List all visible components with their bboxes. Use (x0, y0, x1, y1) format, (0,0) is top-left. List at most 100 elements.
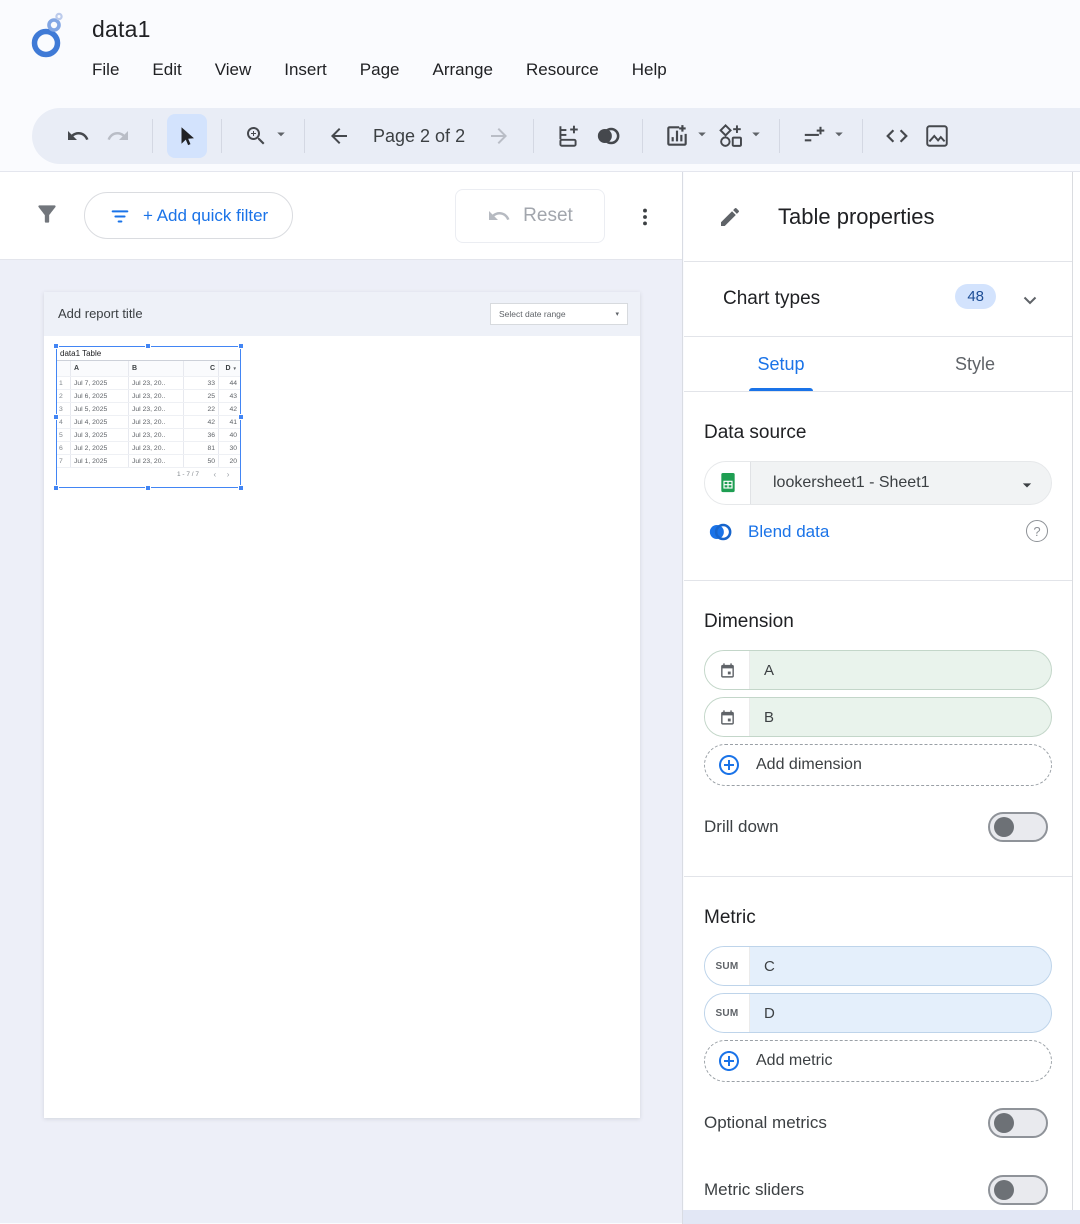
table-row: 4Jul 4, 2025Jul 23, 20..4241 (57, 415, 240, 428)
selection-handle[interactable] (53, 343, 59, 349)
add-control-caret[interactable] (830, 125, 848, 148)
dimension-chip-b[interactable]: B (704, 697, 1052, 737)
reset-button[interactable]: Reset (455, 189, 605, 243)
page-indicator: Page 2 of 2 (373, 126, 465, 147)
page-back-button[interactable] (319, 114, 359, 158)
looker-studio-logo[interactable] (26, 12, 68, 65)
page-forward-button[interactable] (479, 114, 519, 158)
table-row: 7Jul 1, 2025Jul 23, 20..5020 (57, 454, 240, 467)
report-canvas[interactable]: Add report title Select date range ▾ dat… (0, 260, 682, 1223)
toolbar-divider (642, 119, 643, 153)
optional-metrics-row: Optional metrics (684, 1108, 1072, 1138)
table-component[interactable]: data1 Table A B C D ▼ 1Jul 7, 2025Jul 23… (57, 347, 240, 487)
add-page-button[interactable] (548, 114, 588, 158)
menubar: File Edit View Insert Page Arrange Resou… (92, 60, 667, 80)
panel-tabs: Setup Style (684, 337, 1072, 392)
blend-data-link[interactable]: Blend data (748, 522, 829, 542)
tab-setup[interactable]: Setup (684, 337, 878, 391)
calendar-icon (705, 651, 750, 689)
add-chart-caret[interactable] (693, 125, 711, 148)
dimension-chip-a[interactable]: A (704, 650, 1052, 690)
report-title-placeholder[interactable]: Add report title (58, 306, 143, 321)
sheets-icon (705, 462, 751, 504)
dimension-field-label: B (764, 709, 774, 726)
col-header-c[interactable]: C (183, 361, 218, 376)
section-divider (684, 580, 1072, 581)
toolbar-divider (304, 119, 305, 153)
date-range-label: Select date range (499, 309, 566, 319)
blend-data-row: Blend data ? (706, 518, 1048, 546)
add-chart-button[interactable] (657, 114, 697, 158)
menu-resource[interactable]: Resource (526, 60, 599, 80)
optional-metrics-toggle[interactable] (988, 1108, 1048, 1138)
add-control-button[interactable] (794, 114, 834, 158)
filter-lines-icon (109, 205, 131, 227)
selection-handle[interactable] (145, 343, 151, 349)
menu-insert[interactable]: Insert (284, 60, 327, 80)
metric-chip-c[interactable]: SUM C (704, 946, 1052, 986)
data-source-selector[interactable]: lookersheet1 - Sheet1 (704, 461, 1052, 505)
selection-handle[interactable] (145, 485, 151, 491)
metric-heading: Metric (704, 907, 1072, 929)
add-quick-filter-label: + Add quick filter (143, 206, 268, 226)
report-page[interactable]: Add report title Select date range ▾ dat… (44, 292, 640, 1118)
section-divider (684, 876, 1072, 877)
reset-label: Reset (523, 205, 573, 227)
menu-file[interactable]: File (92, 60, 119, 80)
data-source-caret-icon[interactable] (1017, 475, 1037, 500)
select-tool-button[interactable] (167, 114, 207, 158)
filter-icon (34, 201, 60, 232)
zoom-dropdown-caret[interactable] (272, 125, 290, 148)
menu-arrange[interactable]: Arrange (432, 60, 492, 80)
drill-down-toggle[interactable] (988, 812, 1048, 842)
undo-button[interactable] (58, 114, 98, 158)
embed-code-button[interactable] (877, 114, 917, 158)
data-source-heading: Data source (704, 422, 1072, 444)
help-icon[interactable]: ? (1026, 520, 1048, 542)
chevron-down-icon[interactable] (1018, 288, 1042, 317)
redo-button[interactable] (98, 114, 138, 158)
toolbar-divider (533, 119, 534, 153)
add-dimension-label: Add dimension (756, 756, 862, 774)
col-header-a[interactable]: A (70, 361, 128, 376)
filter-bar: + Add quick filter Reset (0, 172, 682, 260)
menu-view[interactable]: View (215, 60, 252, 80)
col-header-d[interactable]: D ▼ (218, 361, 240, 376)
add-metric-button[interactable]: Add metric (704, 1040, 1052, 1082)
selection-handle[interactable] (238, 485, 244, 491)
tab-style[interactable]: Style (878, 337, 1072, 391)
menu-page[interactable]: Page (360, 60, 400, 80)
report-header-band[interactable]: Add report title Select date range ▾ (44, 292, 640, 336)
chart-types-expander[interactable]: Chart types 48 (684, 262, 1072, 337)
community-viz-button[interactable] (711, 114, 751, 158)
date-range-control[interactable]: Select date range ▾ (490, 303, 628, 325)
selection-handle[interactable] (238, 414, 244, 420)
report-name[interactable]: data1 (92, 16, 151, 43)
app-header: data1 File Edit View Insert Page Arrange… (0, 0, 1080, 100)
panel-header: Table properties (684, 172, 1072, 262)
metric-chip-d[interactable]: SUM D (704, 993, 1052, 1033)
col-header-b[interactable]: B (128, 361, 183, 376)
add-dimension-button[interactable]: Add dimension (704, 744, 1052, 786)
pagination-label: 1 - 7 / 7 (57, 471, 203, 478)
blend-data-toolbar-button[interactable] (588, 114, 628, 158)
community-viz-caret[interactable] (747, 125, 765, 148)
metric-sliders-row: Metric sliders (684, 1175, 1072, 1205)
selection-handle[interactable] (238, 343, 244, 349)
more-options-button[interactable] (634, 203, 656, 231)
toolbar-divider (221, 119, 222, 153)
pagination-next-icon[interactable]: › (227, 470, 230, 479)
metric-field-label: D (764, 1005, 775, 1022)
zoom-tool-button[interactable] (236, 114, 276, 158)
menu-help[interactable]: Help (632, 60, 667, 80)
metric-sliders-toggle[interactable] (988, 1175, 1048, 1205)
dimension-heading: Dimension (704, 611, 1072, 633)
selection-handle[interactable] (53, 414, 59, 420)
panel-title: Table properties (778, 204, 935, 230)
image-button[interactable] (917, 114, 957, 158)
pagination-prev-icon[interactable]: ‹ (214, 470, 217, 479)
menu-edit[interactable]: Edit (152, 60, 181, 80)
selection-handle[interactable] (53, 485, 59, 491)
add-quick-filter-button[interactable]: + Add quick filter (84, 192, 293, 239)
table-row: 3Jul 5, 2025Jul 23, 20..2242 (57, 402, 240, 415)
